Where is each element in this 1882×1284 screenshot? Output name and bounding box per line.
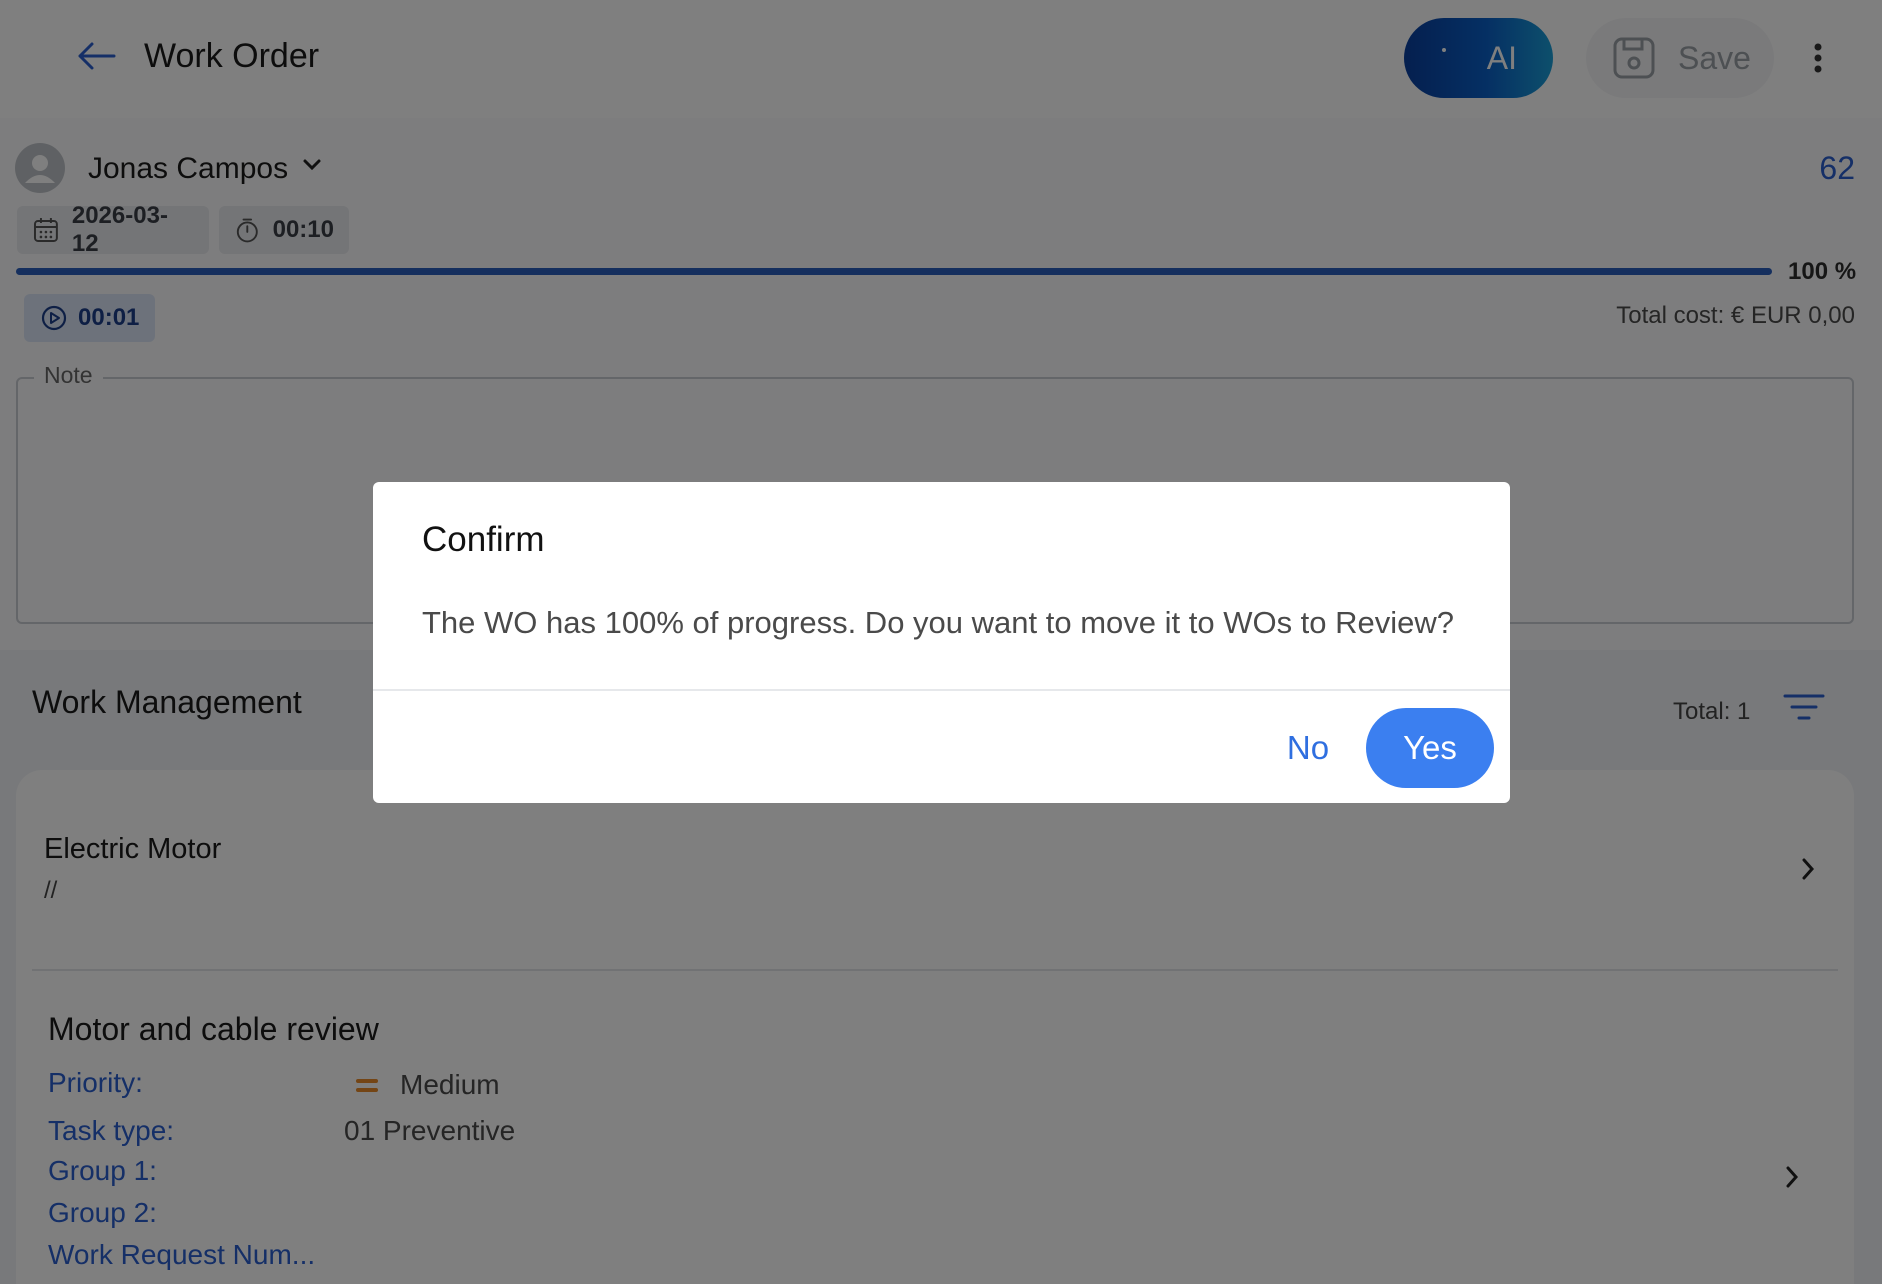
confirm-dialog: Confirm The WO has 100% of progress. Do … — [373, 482, 1510, 803]
divider — [373, 689, 1510, 691]
no-button[interactable]: No — [1248, 708, 1368, 788]
dialog-message: The WO has 100% of progress. Do you want… — [422, 605, 1455, 640]
dialog-title: Confirm — [422, 520, 545, 559]
yes-button[interactable]: Yes — [1366, 708, 1494, 788]
